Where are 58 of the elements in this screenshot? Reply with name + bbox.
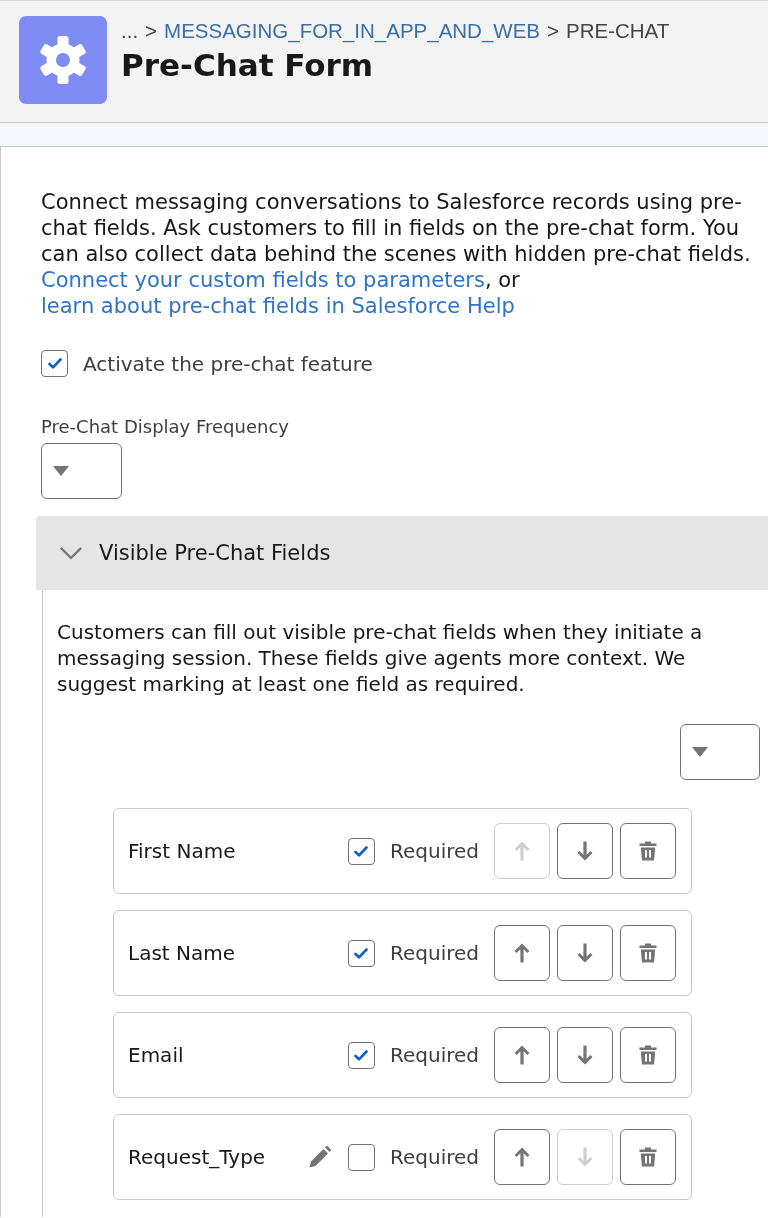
trash-icon [639,1147,657,1167]
checkbox[interactable] [348,1143,375,1171]
checkbox-label: Required [390,838,479,864]
field-label: Pre-Chat Display Frequency [41,415,290,439]
field-name: First Name [128,838,237,864]
caret-down-icon [53,466,69,476]
intro-paragraph: Connect messaging conversations to Salesforce records using pre-chat fields. Ask customers to fill in fields on the pre-chat form. You can also collect data behind the scenes with hidden pre-chat fields. Connect your custom fields to parameters, or learn about pre-chat fields in Salesforce Help [41,189,752,319]
arrow-up-icon [514,841,530,861]
move-down-button[interactable] [557,925,613,981]
page-title: Pre-Chat Form [121,46,375,85]
field-name: Email [128,1042,185,1068]
help-link[interactable]: Connect your custom fields to parameters [41,268,485,292]
arrow-down-icon [577,841,593,861]
trash-icon [639,1045,657,1065]
gear-icon [19,16,107,104]
checkbox-label: Required [390,940,479,966]
field-name: Last Name [128,940,237,966]
breadcrumb-separator: > [547,19,559,43]
checkbox[interactable] [348,1041,375,1069]
move-up-button[interactable] [494,1027,550,1083]
move-down-button[interactable] [557,823,613,879]
frequency-select[interactable] [41,443,122,499]
trash-icon [639,943,657,963]
arrow-up-icon [514,1147,530,1167]
check-icon [354,845,369,857]
breadcrumb-item[interactable]: ... [121,19,139,43]
pencil-icon[interactable] [309,1146,331,1168]
checkbox[interactable] [41,350,68,377]
arrow-down-icon [577,1045,593,1065]
select-field[interactable] [680,724,760,780]
breadcrumb-item[interactable]: PRE-CHAT [566,19,670,43]
delete-button[interactable] [620,1129,676,1185]
delete-button[interactable] [620,1027,676,1083]
field-name: Request_Type [128,1144,267,1170]
delete-button[interactable] [620,823,676,879]
check-icon [47,358,62,369]
checkbox[interactable] [348,939,375,967]
delete-button[interactable] [620,925,676,981]
caret-down-icon [692,747,708,757]
arrow-up-icon [514,1045,530,1065]
breadcrumb-link[interactable]: MESSAGING_FOR_IN_APP_AND_WEB [164,19,540,43]
help-link[interactable]: learn about pre-chat fields in Salesforce Help [41,294,515,318]
section-header[interactable]: Visible Pre-Chat Fields [36,516,768,590]
section-description: Customers can fill out visible pre-chat fields when they initiate a messaging session. These fields give agents more context. We suggest marking at least one field as required. [57,619,704,697]
move-down-button[interactable] [557,1027,613,1083]
move-up-button[interactable] [494,1129,550,1185]
breadcrumb-separator: > [145,19,158,43]
check-icon [354,947,369,959]
checkbox-label: Required [390,1144,479,1170]
arrow-down-icon [577,1147,593,1167]
checkbox-label: Required [390,1042,479,1068]
trash-icon [639,841,657,861]
check-icon [354,1049,369,1061]
move-up-button[interactable] [494,925,550,981]
arrow-down-icon [577,943,593,963]
checkbox-label: Activate the pre-chat feature [83,350,373,377]
checkbox[interactable] [348,837,375,865]
arrow-up-icon [514,943,530,963]
